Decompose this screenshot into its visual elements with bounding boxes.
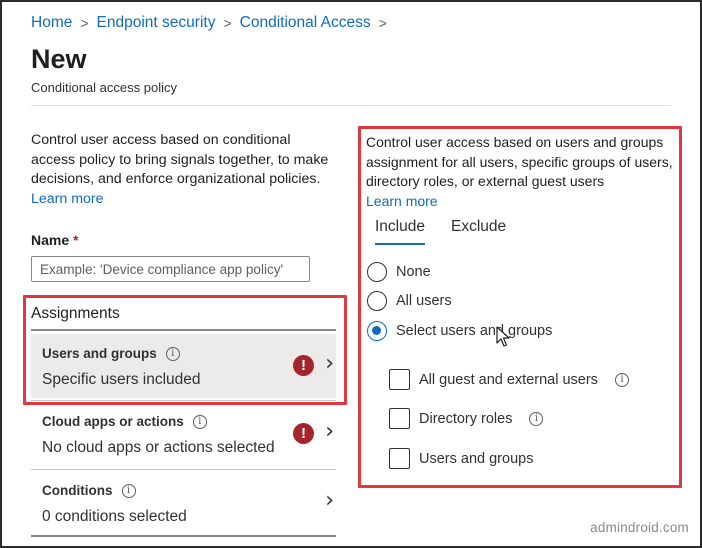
breadcrumb-endpoint-security[interactable]: Endpoint security — [97, 14, 216, 32]
assignment-cloud-apps[interactable]: Cloud apps or actions i No cloud apps or… — [31, 402, 336, 466]
breadcrumb-separator: > — [80, 15, 89, 31]
policy-description-text: Control user access based on conditional… — [31, 132, 329, 187]
learn-more-link[interactable]: Learn more — [31, 191, 104, 207]
policy-name-input[interactable] — [31, 256, 310, 282]
error-icon: ! — [293, 423, 314, 444]
breadcrumb: Home > Endpoint security > Conditional A… — [31, 14, 387, 32]
highlight-box-users-groups — [358, 126, 682, 488]
info-icon[interactable]: i — [121, 483, 136, 498]
assignment-value: 0 conditions selected — [42, 508, 187, 525]
assignment-conditions[interactable]: Conditions i 0 conditions selected › — [31, 471, 336, 535]
info-icon[interactable]: i — [192, 414, 207, 429]
assignment-title-text: Conditions — [42, 483, 113, 498]
required-mark: * — [73, 232, 79, 248]
name-label-text: Name — [31, 232, 70, 248]
page-title: New — [31, 44, 87, 74]
assignment-value: No cloud apps or actions selected — [42, 439, 275, 456]
chevron-right-icon: › — [325, 488, 334, 513]
header-divider — [31, 105, 671, 106]
watermark: admindroid.com — [590, 520, 689, 535]
policy-description: Control user access based on conditional… — [31, 131, 331, 209]
name-label: Name * — [31, 232, 78, 248]
chevron-right-icon: › — [325, 419, 334, 444]
assignment-title-text: Cloud apps or actions — [42, 414, 184, 429]
breadcrumb-separator: > — [223, 15, 232, 31]
assignment-title: Cloud apps or actions i — [42, 414, 207, 429]
mouse-cursor-icon — [496, 326, 510, 347]
breadcrumb-home[interactable]: Home — [31, 14, 72, 32]
breadcrumb-conditional-access[interactable]: Conditional Access — [240, 14, 371, 32]
assignment-title: Conditions i — [42, 483, 136, 498]
assignments-bottom-divider — [31, 535, 336, 537]
breadcrumb-separator: > — [378, 15, 387, 31]
highlight-box-assignments — [23, 295, 347, 405]
item-divider — [31, 469, 336, 470]
page-subtitle: Conditional access policy — [31, 80, 177, 95]
